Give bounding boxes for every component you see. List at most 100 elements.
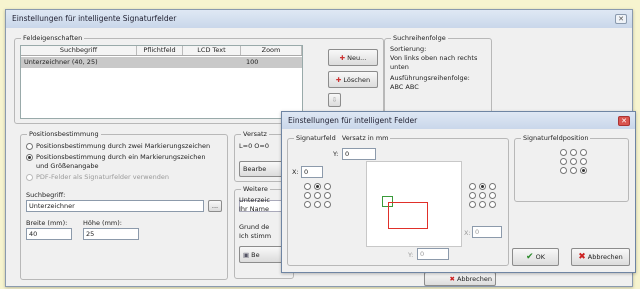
- column-lcd-text[interactable]: LCD Text: [183, 46, 241, 55]
- pos-right-6[interactable]: [489, 192, 496, 199]
- edit-icon: ▣: [243, 250, 250, 259]
- suchbegriff-label: Suchbegriff:: [26, 191, 66, 199]
- radio-pdf-fields[interactable]: [26, 174, 33, 181]
- pos-left-6[interactable]: [324, 192, 331, 199]
- main-abbrechen-label: Abbrechen: [456, 275, 492, 283]
- ok-label: OK: [535, 253, 545, 261]
- main-close-button[interactable]: ✕: [615, 14, 627, 24]
- x-right-label: X:: [464, 229, 471, 237]
- y-top-label: Y:: [333, 150, 339, 158]
- loeschen-button[interactable]: ✚ Löschen: [328, 71, 378, 88]
- cancel-icon: ✖: [578, 252, 586, 262]
- pos-left-9[interactable]: [324, 201, 331, 208]
- field-properties-legend: Feldeigenschaften: [21, 34, 85, 42]
- pos-right-4[interactable]: [469, 192, 476, 199]
- search-order-legend: Suchreihenfolge: [391, 34, 448, 42]
- signaturfeld-group: Signaturfeld Versatz in mm Y: 0 X: 0 X: …: [287, 134, 509, 266]
- option-two-markers-label: Positionsbestimmung durch zwei Markierun…: [36, 142, 211, 150]
- move-down-button[interactable]: ⇩: [328, 93, 341, 107]
- pos-right-7[interactable]: [469, 201, 476, 208]
- column-zoom[interactable]: Zoom: [241, 46, 302, 55]
- pos-left-4[interactable]: [304, 192, 311, 199]
- y-bottom-input[interactable]: 0: [417, 248, 449, 260]
- fpos-1[interactable]: [560, 149, 567, 156]
- neu-label: Neu...: [347, 53, 367, 62]
- pos-right-5[interactable]: [479, 192, 486, 199]
- page-preview: [366, 161, 462, 247]
- pos-right-8[interactable]: [479, 201, 486, 208]
- signaturfeldposition-group: Signaturfeldposition: [514, 134, 629, 202]
- fpos-4[interactable]: [560, 158, 567, 165]
- field-position-grid: [560, 149, 587, 174]
- pos-right-9[interactable]: [489, 201, 496, 208]
- radio-two-markers[interactable]: [26, 143, 33, 150]
- signature-box: [388, 202, 428, 229]
- pos-right-3[interactable]: [489, 183, 496, 190]
- pos-left-7[interactable]: [304, 201, 311, 208]
- pos-left-3[interactable]: [324, 183, 331, 190]
- signaturfeld-legend-text: Signaturfeld: [296, 134, 336, 142]
- row-zoom: 100: [246, 58, 259, 66]
- fpos-7[interactable]: [560, 167, 567, 174]
- main-window-title: Einstellungen für intelligente Signaturf…: [6, 10, 632, 28]
- fpos-5[interactable]: [570, 158, 577, 165]
- weitere-line4: Ich stimm: [239, 232, 272, 240]
- option-pdf-fields-label: PDF-Felder als Signaturfelder verwenden: [36, 173, 169, 181]
- hoehe-label: Höhe (mm):: [83, 219, 122, 227]
- field-table: Suchbegriff Pflichtfeld LCD Text Zoom Un…: [20, 45, 303, 119]
- fpos-6[interactable]: [580, 158, 587, 165]
- sortierung-value-2: unten: [390, 63, 409, 71]
- option-one-marker-label-1: Positionsbestimmung durch ein Markierung…: [36, 153, 206, 161]
- column-suchbegriff[interactable]: Suchbegriff: [21, 46, 137, 55]
- versatz-value: L=0 O=0: [239, 142, 269, 150]
- weitere-line2: Ihr Name: [239, 205, 269, 213]
- suchbegriff-input[interactable]: Unterzeichner: [26, 200, 204, 212]
- check-icon: ✔: [526, 252, 534, 262]
- table-row[interactable]: Unterzeichner (40, 25) 100: [21, 57, 302, 68]
- pos-left-8[interactable]: [314, 201, 321, 208]
- neu-button[interactable]: ✚ Neu...: [328, 49, 378, 66]
- sortierung-label: Sortierung:: [390, 45, 427, 53]
- add-icon: ✚: [339, 53, 346, 62]
- row-suchbegriff: Unterzeichner (40, 25): [24, 58, 98, 66]
- y-bottom-label: Y:: [408, 251, 414, 259]
- breite-label: Breite (mm):: [26, 219, 68, 227]
- pos-left-5[interactable]: [314, 192, 321, 199]
- browse-button[interactable]: ...: [208, 200, 222, 212]
- dialog-title: Einstellungen für intelligent Felder: [282, 112, 635, 129]
- radio-one-marker[interactable]: [26, 154, 33, 161]
- pos-right-2[interactable]: [479, 183, 486, 190]
- hoehe-input[interactable]: 25: [83, 228, 139, 240]
- right-position-grid: [469, 183, 496, 208]
- cancel-x-icon: ✖: [449, 275, 455, 283]
- breite-input[interactable]: 40: [26, 228, 72, 240]
- signaturfeldposition-legend: Signaturfeldposition: [521, 134, 591, 142]
- x-left-label: X:: [292, 168, 299, 176]
- pos-right-1[interactable]: [469, 183, 476, 190]
- fpos-8[interactable]: [570, 167, 577, 174]
- fpos-9[interactable]: [580, 167, 587, 174]
- column-pflichtfeld[interactable]: Pflichtfeld: [137, 46, 183, 55]
- fpos-2[interactable]: [570, 149, 577, 156]
- signaturfeld-legend: Signaturfeld Versatz in mm: [294, 134, 391, 142]
- abbrechen-button[interactable]: ✖ Abbrechen: [571, 248, 630, 266]
- pos-left-2[interactable]: [314, 183, 321, 190]
- pos-left-1[interactable]: [304, 183, 311, 190]
- ausfuehrung-label: Ausführungsreihenfolge:: [390, 74, 470, 82]
- abbrechen-label: Abbrechen: [587, 253, 623, 261]
- position-legend: Positionsbestimmung: [27, 130, 101, 138]
- dialog-close-button[interactable]: ✕: [618, 116, 630, 126]
- main-abbrechen-button[interactable]: ✖ Abbrechen: [424, 272, 496, 286]
- option-one-marker-label-2: und Größenangabe: [36, 162, 99, 170]
- ok-button[interactable]: ✔ OK: [512, 248, 559, 266]
- signature-dialog: Einstellungen für intelligent Felder ✕ S…: [281, 111, 636, 273]
- x-left-input[interactable]: 0: [301, 166, 323, 178]
- y-top-input[interactable]: 0: [342, 148, 376, 160]
- weitere-line1: Unterzeic: [239, 196, 270, 204]
- weitere-button-label: Be: [251, 250, 260, 259]
- fpos-3[interactable]: [580, 149, 587, 156]
- weitere-line3: Grund de: [239, 223, 270, 231]
- arrow-down-icon: ⇩: [331, 96, 338, 104]
- x-right-input[interactable]: 0: [472, 226, 502, 238]
- versatz-legend: Versatz: [241, 130, 269, 138]
